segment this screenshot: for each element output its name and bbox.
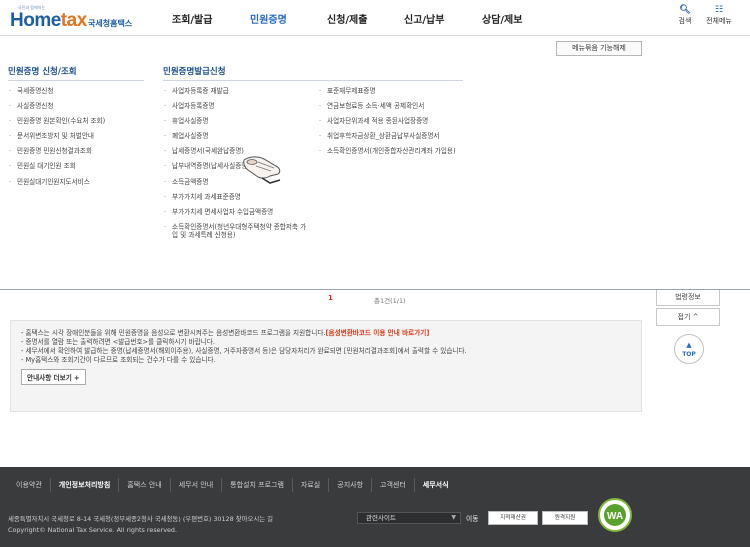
menu-item[interactable]: 납세증명서(국세완납증명)	[163, 147, 313, 156]
col2-title: 민원증명발급신청	[163, 67, 226, 77]
menu-item[interactable]: 연금보험료등 소득·세액 공제확인서	[318, 102, 463, 111]
search-button[interactable]: 🔍︎ 검색	[668, 4, 702, 27]
pagination-current[interactable]: 1	[328, 294, 333, 302]
menu-item[interactable]: 표준재무제표증명	[318, 87, 463, 96]
footer-link-privacy[interactable]: 개인정보처리방침	[51, 478, 120, 492]
menu-item[interactable]: 사업자단위과세 적용 종된사업장증명	[318, 117, 463, 126]
ip-rights-badge[interactable]: 지적재산권	[488, 511, 538, 525]
col1-title: 민원증명 신청/조회	[8, 67, 77, 77]
col2-divider	[163, 80, 463, 81]
footer-nav: 이용약관 개인정보처리방침 홈택스 안내 세무서 안내 통합설치 프로그램 자료실 공지사항…	[8, 478, 457, 494]
all-menu-button[interactable]: ☷ 전체메뉴	[702, 4, 736, 27]
result-count: 총1건(1/1)	[374, 297, 406, 305]
notice-box: - 홈택스는 시각 장애인분들을 위해 민원증명을 음성으로 변환시켜주는 음성…	[10, 320, 642, 412]
footer-link[interactable]: 고객센터	[372, 478, 415, 492]
col1-divider	[8, 80, 144, 81]
grid-icon: ☷	[714, 5, 724, 15]
menu-item[interactable]: 민원실 대기인원 조회	[8, 162, 148, 171]
footer-link[interactable]: 공지사항	[329, 478, 373, 492]
nav-consult-report[interactable]: 상담/제보	[482, 11, 522, 26]
footer-link[interactable]: 세무서 안내	[171, 478, 223, 492]
more-guide-button[interactable]: 안내사항 더보기 +	[21, 369, 86, 385]
menu-item[interactable]: 국세증명신청	[8, 87, 148, 96]
menu-item[interactable]: 부가가치세 과세표준증명	[163, 193, 313, 202]
nav-inquiry-issuance[interactable]: 조회/발급	[172, 11, 212, 26]
footer-link[interactable]: 이용약관	[8, 478, 51, 492]
menu-item[interactable]: 민원증명 원본확인(수요처 조회)	[8, 117, 148, 126]
menu-item[interactable]: 부가가치세 면세사업자 수입금액증명	[163, 208, 313, 217]
menu-item[interactable]: 휴업사실증명	[163, 117, 313, 126]
menu-item-closure-certificate[interactable]: 폐업사실증명	[163, 132, 313, 141]
footer-link[interactable]: 홈택스 안내	[119, 478, 171, 492]
web-accessibility-mark-icon: WA	[598, 498, 632, 532]
law-info-link[interactable]: 법령정보	[656, 290, 720, 306]
col1-menu: 국세증명신청 사실증명신청 민원증명 원본확인(수요처 조회) 문서위변조방지 …	[8, 87, 148, 193]
related-site-select[interactable]: 관련사이트 ▼	[357, 512, 461, 524]
site-footer: 이용약관 개인정보처리방침 홈택스 안내 세무서 안내 통합설치 프로그램 자료실 공지사항…	[0, 467, 750, 547]
fold-button[interactable]: 접기 ^	[656, 308, 720, 326]
barcode-guide-link[interactable]: [음성변환바코드 이용 안내 바로가기]	[325, 329, 429, 337]
svg-text:WA: WA	[607, 511, 623, 522]
menu-item[interactable]: 납부내역증명(납세사실증명)	[163, 162, 313, 171]
footer-link[interactable]: 통합설치 프로그램	[222, 478, 293, 492]
footer-address: 세종특별자치시 국세청로 8-14 국세청(정부세종2청사 국세청동) (우편번…	[8, 515, 274, 534]
notice-line: - 홈택스는 시각 장애인분들을 위해 민원증명을 음성으로 변환시켜주는 음성…	[21, 329, 430, 337]
scroll-top-button[interactable]: ▲ TOP	[674, 334, 704, 364]
nav-apply-submit[interactable]: 신청/제출	[327, 11, 367, 26]
menu-bundle-toggle-button[interactable]: 메뉴묶음 기능해제	[556, 41, 642, 56]
search-icon: 🔍︎	[679, 5, 691, 15]
menu-item[interactable]: 소득금액증명	[163, 178, 313, 187]
logo-korean-name: 국세청홈택스	[88, 19, 133, 28]
move-button[interactable]: 이동	[466, 513, 479, 523]
mega-menu: 메뉴묶음 기능해제 민원증명 신청/조회 국세증명신청 사실증명신청 민원증명 …	[0, 36, 750, 290]
col2-menu: 사업자등록증 재발급 사업자등록증명 휴업사실증명 폐업사실증명 납세증명서(국…	[163, 87, 313, 246]
menu-item[interactable]: 소득확인증명서(청년우대형주택청약 종합저축 가입 및 과세특례 신청용)	[163, 223, 308, 240]
nav-civil-certificates[interactable]: 민원증명	[250, 11, 287, 26]
menu-item[interactable]: 사실증명신청	[8, 102, 148, 111]
nav-report-payment[interactable]: 신고/납부	[404, 11, 444, 26]
arrow-up-icon: ▲	[686, 341, 692, 349]
footer-link[interactable]: 자료실	[293, 478, 330, 492]
remote-support-badge[interactable]: 원격지원	[542, 511, 588, 525]
copyright: Copyright© National Tax Service. All rig…	[8, 526, 178, 534]
notice-line: - 증명서를 열람 또는 출력하려면 <발급번호>를 클릭하시기 바랍니다.	[21, 338, 215, 346]
notice-line: - My홈택스와 조회기간이 다르므로 조회되는 건수가 다를 수 있습니다.	[21, 356, 216, 364]
menu-item[interactable]: 사업자등록증명	[163, 102, 313, 111]
logo-wordmark: Hometax	[10, 10, 87, 31]
content-area: 1 총1건(1/1) 법령정보 접기 ^ ▲ TOP - 홈택스는 시각 장애인…	[0, 290, 750, 450]
pointer-hand-icon	[243, 156, 281, 184]
chevron-down-icon: ▼	[451, 514, 456, 521]
menu-item[interactable]: 사업자등록증 재발급	[163, 87, 313, 96]
col3-menu: 표준재무제표증명 연금보험료등 소득·세액 공제확인서 사업자단위과세 적용 종…	[318, 87, 463, 162]
menu-item[interactable]: 취업후학자금상환_상환금납부사실증명서	[318, 132, 460, 141]
footer-link-tax-forms[interactable]: 세무서식	[415, 478, 457, 492]
directions-link[interactable]: 찾아오시는 길	[236, 515, 273, 523]
menu-item[interactable]: 민원증명 민원신청결과조회	[8, 147, 148, 156]
menu-item[interactable]: 소득확인증명서(개인종합자산관리계좌 가입용)	[318, 147, 460, 156]
menu-item[interactable]: 문서위변조방지 및 처벌안내	[8, 132, 148, 141]
notice-line: - 세무서에서 확인하여 발급하는 증명(납세증명서(해외이주용), 사실증명,…	[21, 347, 467, 355]
top-header: 국민과 함께하는 Hometax 국세청홈택스 조회/발급 민원증명 신청/제출…	[0, 0, 750, 36]
menu-item[interactable]: 민원실대기인원지도서비스	[8, 178, 148, 187]
